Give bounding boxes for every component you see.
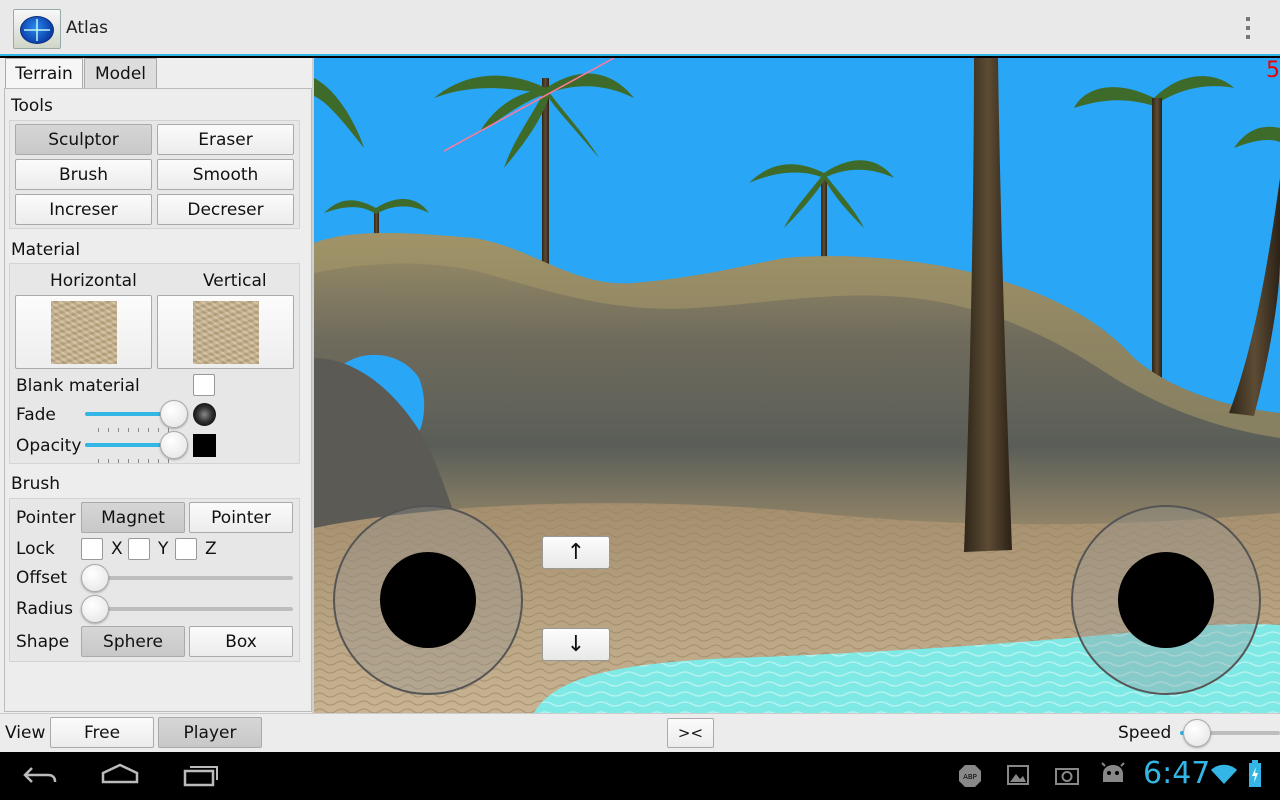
opacity-ticks: [98, 459, 170, 463]
svg-text:ABP: ABP: [963, 773, 977, 781]
decreser-button[interactable]: Decreser: [157, 194, 294, 225]
box-button[interactable]: Box: [189, 626, 293, 657]
status-clock: 6:47: [1143, 756, 1211, 791]
action-bar: Atlas: [0, 0, 1280, 56]
brush-group: Pointer Magnet Pointer Lock X Y Z Offset…: [9, 498, 300, 662]
bottom-toolbar: View Free Player >< Speed: [0, 713, 1280, 752]
free-view-button[interactable]: Free: [50, 717, 154, 748]
wifi-icon: [1211, 764, 1237, 784]
radius-slider-thumb[interactable]: [81, 595, 109, 623]
right-joystick-knob[interactable]: [1118, 552, 1214, 648]
sphere-button[interactable]: Sphere: [81, 626, 185, 657]
increser-button[interactable]: Increser: [15, 194, 152, 225]
tab-model[interactable]: Model: [84, 58, 157, 88]
fade-slider-thumb[interactable]: [160, 400, 188, 428]
overflow-menu-icon[interactable]: [1240, 14, 1256, 42]
lock-x-checkbox[interactable]: [81, 538, 103, 560]
eraser-button[interactable]: Eraser: [157, 124, 294, 155]
blank-material-checkbox[interactable]: [193, 374, 215, 396]
battery-charging-icon: [1249, 760, 1261, 787]
sculptor-button[interactable]: Sculptor: [15, 124, 152, 155]
brush-button[interactable]: Brush: [15, 159, 152, 190]
gallery-icon: [1007, 765, 1029, 785]
radius-label: Radius: [16, 599, 74, 619]
brush-title: Brush: [11, 474, 61, 494]
camera-icon: [1055, 768, 1079, 785]
vertical-label: Vertical: [203, 271, 267, 291]
offset-slider-thumb[interactable]: [81, 564, 109, 592]
fps-counter: 5: [1266, 58, 1280, 83]
smooth-button[interactable]: Smooth: [157, 159, 294, 190]
left-joystick-knob[interactable]: [380, 552, 476, 648]
fade-label: Fade: [16, 405, 56, 425]
speed-slider-thumb[interactable]: [1183, 719, 1211, 747]
lock-x-label: X: [111, 539, 123, 559]
app-title: Atlas: [66, 18, 108, 38]
lock-y-checkbox[interactable]: [128, 538, 150, 560]
magnet-button[interactable]: Magnet: [81, 502, 185, 533]
recent-apps-icon[interactable]: [182, 762, 220, 788]
home-icon[interactable]: [100, 762, 140, 788]
opacity-preview-icon: [193, 434, 216, 457]
horizontal-material-button[interactable]: [15, 295, 152, 369]
tools-group: Sculptor Eraser Brush Smooth Increser De…: [9, 120, 300, 229]
lock-z-checkbox[interactable]: [175, 538, 197, 560]
tab-terrain[interactable]: Terrain: [5, 58, 83, 88]
blank-material-label: Blank material: [16, 376, 140, 396]
opacity-label: Opacity: [16, 436, 82, 456]
right-joystick[interactable]: [1071, 505, 1261, 695]
pointer-label: Pointer: [16, 508, 76, 528]
speed-label: Speed: [1118, 723, 1172, 743]
pointer-button[interactable]: Pointer: [189, 502, 293, 533]
material-title: Material: [11, 240, 81, 260]
lock-label: Lock: [16, 539, 55, 559]
horizontal-label: Horizontal: [50, 271, 137, 291]
system-nav-bar: ABP 6:47: [0, 752, 1280, 800]
left-joystick[interactable]: [333, 505, 523, 695]
lock-z-label: Z: [205, 539, 217, 559]
android-debug-icon: [1101, 762, 1125, 782]
terrain-panel: Tools Sculptor Eraser Brush Smooth Incre…: [4, 88, 312, 712]
view-label: View: [5, 723, 46, 743]
move-down-button[interactable]: ↓: [542, 628, 610, 661]
shape-label: Shape: [16, 632, 70, 652]
move-up-button[interactable]: ↑: [542, 536, 610, 569]
3d-viewport[interactable]: 5 ↑ ↓: [314, 58, 1280, 713]
sand-texture-thumbnail: [51, 301, 117, 364]
toggle-panel-button[interactable]: ><: [667, 718, 714, 748]
vertical-material-button[interactable]: [157, 295, 294, 369]
offset-slider[interactable]: [90, 576, 293, 580]
adblock-icon: ABP: [959, 765, 981, 787]
globe-icon[interactable]: [13, 9, 61, 49]
sand-texture-thumbnail: [193, 301, 259, 364]
player-view-button[interactable]: Player: [158, 717, 262, 748]
tools-title: Tools: [11, 96, 53, 116]
offset-label: Offset: [16, 568, 68, 588]
left-panel: Terrain Model Tools Sculptor Eraser Brus…: [0, 58, 314, 713]
fade-ticks: [98, 428, 170, 432]
radius-slider[interactable]: [90, 607, 293, 611]
fade-preview-icon: [193, 403, 216, 426]
back-icon[interactable]: [22, 762, 58, 788]
opacity-slider-thumb[interactable]: [160, 431, 188, 459]
material-group: Horizontal Vertical Blank material Fade …: [9, 263, 300, 464]
lock-y-label: Y: [158, 539, 169, 559]
